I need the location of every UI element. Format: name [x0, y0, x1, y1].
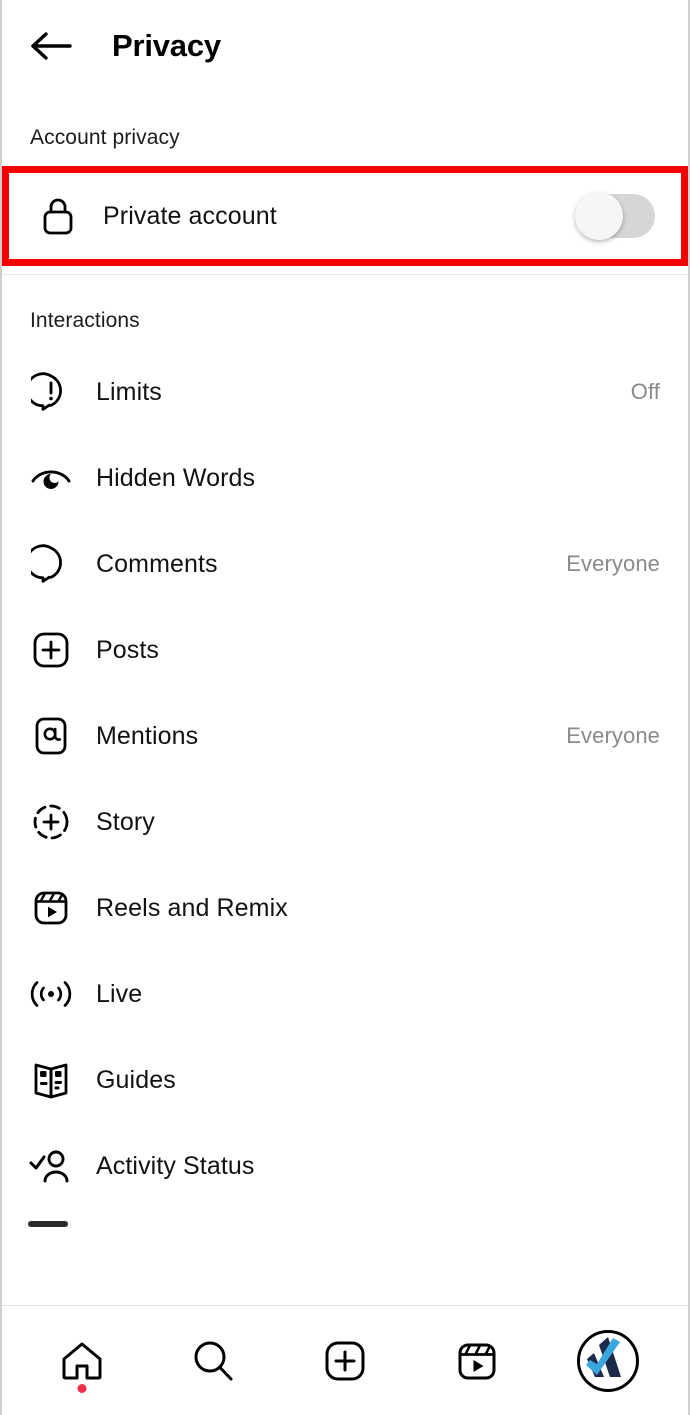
lock-icon	[35, 193, 81, 239]
home-badge-dot	[77, 1383, 87, 1393]
nav-profile[interactable]	[564, 1317, 652, 1405]
row-label-posts: Posts	[96, 635, 160, 664]
row-comments[interactable]: Comments Everyone	[2, 521, 688, 607]
row-label-mentions: Mentions	[96, 721, 199, 750]
row-label-comments: Comments	[96, 549, 218, 578]
row-hidden-words[interactable]: Hidden Words	[2, 435, 688, 521]
privacy-settings-screen: Privacy Account privacy Private account	[0, 0, 690, 1415]
back-button[interactable]	[30, 20, 82, 72]
row-live[interactable]: Live	[2, 951, 688, 1037]
profile-avatar-icon	[577, 1329, 640, 1392]
row-reels-and-remix[interactable]: Reels and Remix	[2, 865, 688, 951]
plus-square-icon	[28, 627, 74, 673]
row-label-story: Story	[96, 807, 155, 836]
private-account-toggle[interactable]	[575, 192, 655, 240]
person-check-icon	[28, 1143, 74, 1189]
page-title: Privacy	[112, 28, 221, 63]
toggle-knob	[575, 192, 623, 240]
row-value-mentions: Everyone	[566, 723, 660, 748]
nav-reels[interactable]	[433, 1317, 521, 1405]
home-icon	[62, 1342, 102, 1379]
comment-bubble-icon	[28, 541, 74, 587]
row-guides[interactable]: Guides	[2, 1037, 688, 1123]
at-square-icon	[28, 713, 74, 759]
private-account-highlight: Private account	[2, 166, 688, 266]
row-label-hidden-words: Hidden Words	[96, 463, 256, 492]
row-label-reels-and-remix: Reels and Remix	[96, 893, 288, 922]
settings-scroll-area[interactable]: Account privacy Private account Interact…	[2, 92, 688, 1305]
row-activity-status[interactable]: Activity Status	[2, 1123, 688, 1209]
row-label-private-account: Private account	[103, 201, 277, 230]
speech-bubble-exclamation-icon	[28, 369, 74, 415]
row-partially-visible[interactable]	[2, 1209, 688, 1233]
app-header: Privacy	[2, 0, 688, 92]
nav-create[interactable]	[301, 1317, 389, 1405]
story-plus-circle-icon	[28, 799, 74, 845]
row-value-comments: Everyone	[566, 551, 660, 576]
row-mentions[interactable]: Mentions Everyone	[2, 693, 688, 779]
row-label-limits: Limits	[96, 377, 162, 406]
row-posts[interactable]: Posts	[2, 607, 688, 693]
row-limits[interactable]: Limits Off	[2, 349, 688, 435]
create-plus-icon	[325, 1341, 365, 1380]
bottom-navigation-bar	[2, 1305, 688, 1415]
row-story[interactable]: Story	[2, 779, 688, 865]
reels-nav-icon	[458, 1343, 496, 1379]
section-interactions: Interactions Limits Off Hidden Words Com…	[2, 275, 688, 1233]
section-title-interactions: Interactions	[30, 309, 140, 332]
row-label-guides: Guides	[96, 1065, 176, 1094]
nav-search[interactable]	[169, 1317, 257, 1405]
row-private-account[interactable]: Private account	[9, 173, 681, 259]
nav-home[interactable]	[38, 1317, 126, 1405]
row-value-limits: Off	[630, 379, 660, 404]
eye-hidden-icon	[28, 455, 74, 501]
partial-icon	[28, 1221, 68, 1227]
section-title-account-privacy: Account privacy	[30, 126, 180, 149]
reels-icon	[28, 885, 74, 931]
row-label-activity-status: Activity Status	[96, 1151, 255, 1180]
search-icon	[194, 1341, 233, 1380]
arrow-left-icon	[31, 32, 72, 60]
row-label-live: Live	[96, 979, 143, 1008]
guides-book-icon	[28, 1057, 74, 1103]
section-account-privacy: Account privacy Private account	[2, 92, 688, 275]
red-annotation-box: Private account	[2, 166, 688, 266]
live-broadcast-icon	[28, 971, 74, 1017]
